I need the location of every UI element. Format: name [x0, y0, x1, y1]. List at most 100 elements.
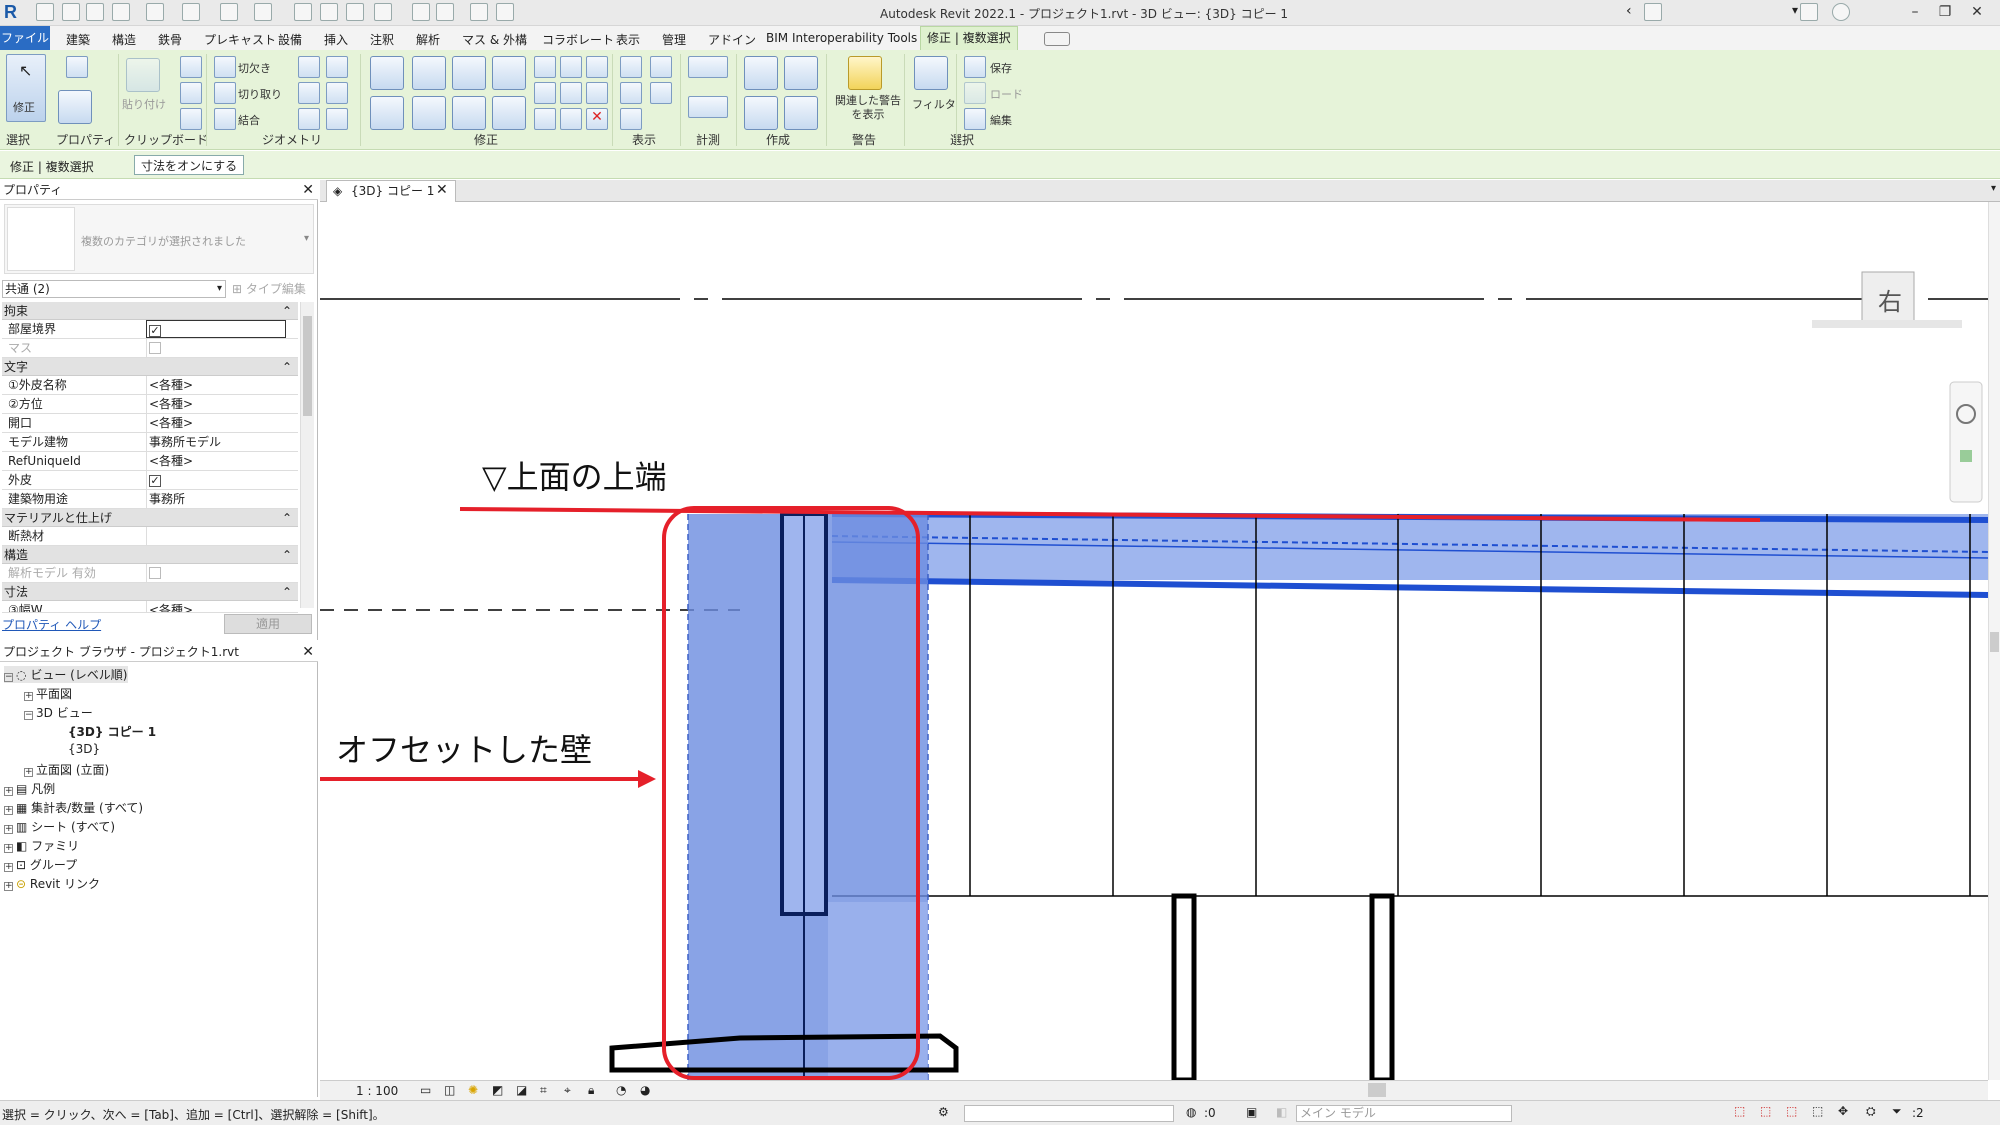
sun-path-icon[interactable]: ✺ — [468, 1083, 478, 1097]
section-dimensions[interactable]: 寸法 ⌃ — [2, 583, 298, 601]
tab-manage[interactable]: 管理 — [662, 31, 686, 48]
open-icon[interactable] — [36, 3, 54, 21]
browser-close-icon[interactable]: ✕ — [302, 642, 314, 662]
edit-type-button[interactable]: ⊞ タイプ編集 — [232, 280, 306, 297]
maximize-button[interactable]: ❐ — [1930, 2, 1960, 22]
offset-icon[interactable] — [412, 56, 446, 90]
hide-icon[interactable] — [620, 56, 642, 78]
dimension-icon[interactable] — [294, 3, 312, 21]
worksets-icon[interactable]: ⚙ — [938, 1105, 949, 1119]
apply-button[interactable]: 適用 — [224, 614, 312, 634]
type-properties-icon[interactable] — [66, 56, 88, 78]
tab-analyze[interactable]: 解析 — [416, 31, 440, 48]
tree-legends[interactable]: + ▤ 凡例 — [4, 780, 55, 797]
properties-close-icon[interactable]: ✕ — [302, 180, 314, 200]
join-icon[interactable] — [214, 108, 236, 130]
select-links-icon[interactable]: ⬚ — [1734, 1104, 1745, 1118]
design-options-icon[interactable]: ▣ — [1246, 1105, 1257, 1119]
properties-help-link[interactable]: プロパティ ヘルプ — [2, 616, 101, 633]
demolish-icon[interactable] — [298, 108, 320, 130]
copy-icon[interactable] — [180, 82, 202, 104]
prop-opening[interactable]: 開口 <各種> — [2, 414, 298, 433]
save-icon[interactable] — [86, 3, 104, 21]
drag-elements-icon[interactable]: ✥ — [1838, 1104, 1848, 1118]
drawing-canvas[interactable]: 右 ▽上面の上端 オフセットした壁 — [320, 202, 1988, 1080]
mirror-draw-icon[interactable] — [492, 56, 526, 90]
warning-icon[interactable] — [848, 56, 882, 90]
create-group-icon[interactable] — [744, 96, 778, 130]
viewcube-label[interactable]: 右 — [1878, 282, 1902, 317]
filter-button[interactable]: フィルタ — [912, 96, 956, 112]
tree-3d-copy-1[interactable]: {3D} コピー 1 — [68, 723, 156, 740]
redo-icon[interactable] — [182, 3, 200, 21]
close-button[interactable]: ✕ — [1962, 2, 1992, 22]
open-folder-icon[interactable] — [62, 3, 80, 21]
section-icon[interactable] — [412, 3, 430, 21]
prop-insulation[interactable]: 断熱材 — [2, 527, 298, 546]
reveal-hidden-icon[interactable]: ◕ — [640, 1083, 650, 1097]
crop-icon[interactable]: ⌗ — [540, 1083, 547, 1098]
tree-revit-links[interactable]: + ⊝ Revit リンク — [4, 875, 100, 892]
align-icon[interactable] — [370, 56, 404, 90]
revit-logo-icon[interactable]: R — [4, 2, 17, 23]
beam-join-icon[interactable] — [298, 82, 320, 104]
section-structure[interactable]: 構造 ⌃ — [2, 546, 298, 564]
create-assembly-icon[interactable] — [744, 56, 778, 90]
text-icon[interactable] — [346, 3, 364, 21]
close-hidden-icon[interactable] — [470, 3, 488, 21]
show-crop-icon[interactable]: ⌖ — [564, 1083, 571, 1098]
tab-precast[interactable]: プレキャスト — [204, 31, 276, 48]
trim-single-icon[interactable] — [534, 108, 556, 130]
3d-view-icon[interactable] — [374, 3, 392, 21]
canvas-scrollbar[interactable] — [1988, 202, 2000, 1080]
cut-icon[interactable] — [214, 82, 236, 104]
tree-families[interactable]: + ◧ ファミリ — [4, 837, 79, 854]
join-label[interactable]: 結合 — [238, 112, 260, 128]
binoculars-icon[interactable] — [1644, 3, 1662, 21]
copy-element-icon[interactable] — [412, 96, 446, 130]
match-properties-icon[interactable] — [180, 108, 202, 130]
tree-elevations[interactable]: + 立面図 (立面) — [24, 761, 109, 778]
type-dropdown-icon[interactable]: ▾ — [304, 233, 309, 244]
editing-requests-icon[interactable]: ◍ — [1186, 1105, 1196, 1119]
type-selector[interactable]: 複数のカテゴリが選択されました ▾ — [4, 204, 314, 274]
design-option-select[interactable]: メイン モデル — [1296, 1105, 1512, 1122]
select-underlay-icon[interactable]: ⬚ — [1760, 1104, 1771, 1118]
cart-icon[interactable] — [1800, 3, 1818, 21]
save-selection-icon[interactable] — [964, 56, 986, 78]
tree-floor-plans[interactable]: + 平面図 — [24, 685, 72, 702]
render-icon[interactable]: ◪ — [516, 1083, 527, 1097]
cut-scissors-icon[interactable] — [180, 56, 202, 78]
tab-steel[interactable]: 鉄骨 — [158, 31, 182, 48]
rotate-icon[interactable] — [452, 96, 486, 130]
prop-building-use[interactable]: 建築物用途 事務所 — [2, 490, 298, 509]
create-parts-icon[interactable] — [784, 56, 818, 90]
horizontal-scroll-thumb[interactable] — [1368, 1083, 1386, 1097]
create-similar-icon[interactable] — [784, 96, 818, 130]
graphics-icon[interactable] — [650, 82, 672, 104]
trim-extend-icon[interactable] — [492, 96, 526, 130]
instance-filter-select[interactable]: 共通 (2) ▾ — [2, 280, 226, 298]
tab-modify-multi-select[interactable]: 修正 | 複数選択 — [920, 26, 1018, 50]
tree-sheets[interactable]: + ▥ シート (すべて) — [4, 818, 115, 835]
minimize-button[interactable]: – — [1900, 2, 1930, 22]
shadows-icon[interactable]: ◩ — [492, 1083, 503, 1097]
load-selection-icon[interactable] — [964, 82, 986, 104]
cut-geometry-label[interactable]: 切欠き — [238, 60, 271, 76]
paste-button[interactable] — [126, 58, 160, 92]
edit-selection-icon[interactable] — [964, 108, 986, 130]
tree-views[interactable]: − ◌ ビュー (レベル順) — [4, 666, 128, 683]
tab-bim-interoperability[interactable]: BIM Interoperability Tools — [766, 31, 917, 45]
navigation-bar[interactable] — [1949, 381, 1983, 503]
prop-orientation[interactable]: ②方位 <各種> — [2, 395, 298, 414]
background-process-icon[interactable]: ⛭ — [1866, 1104, 1876, 1119]
tab-addins[interactable]: アドイン — [708, 31, 756, 48]
undo-icon[interactable] — [146, 3, 164, 21]
eraser-icon[interactable] — [620, 108, 642, 130]
measure-icon[interactable] — [254, 3, 272, 21]
prop-exterior-name[interactable]: ①外皮名称 <各種> — [2, 376, 298, 395]
load-selection-label[interactable]: ロード — [990, 86, 1023, 102]
ribbon-toggle-icon[interactable] — [1044, 32, 1070, 46]
tab-massing[interactable]: マス & 外構 — [462, 31, 527, 48]
properties-button[interactable] — [58, 90, 92, 124]
